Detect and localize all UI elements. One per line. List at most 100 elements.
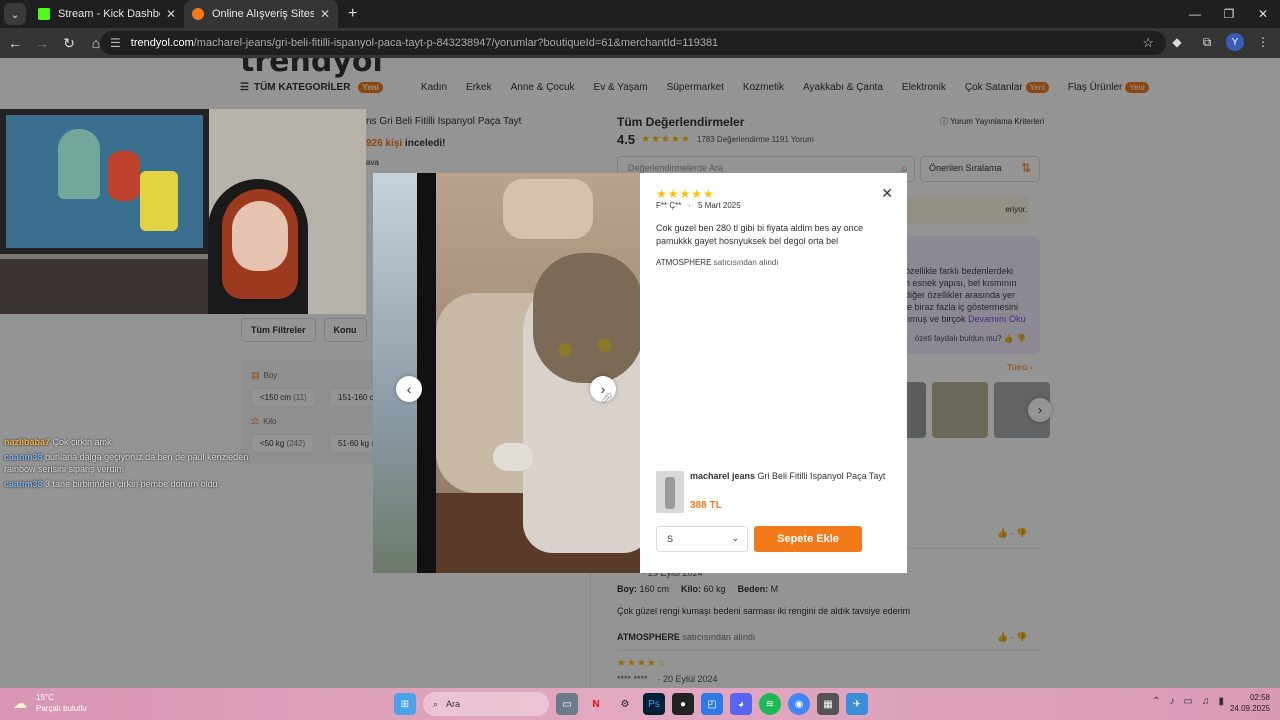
settings-icon[interactable]: ⚙ [614,693,636,715]
product-name[interactable]: macharel jeans Gri Beli Fitilli Ispanyol… [690,471,895,481]
separator: · [688,201,692,210]
window-controls: — ❐ ✕ [1178,0,1280,28]
taskbar-search[interactable]: ⌕ Ara [423,692,549,716]
close-tab-icon[interactable]: ✕ [320,7,330,21]
review-author: F** Ç** [656,201,682,210]
chrome-icon[interactable]: ◉ [788,693,810,715]
capture-icon[interactable]: ▦ [817,693,839,715]
tab-title: Online Alışveriş Sitesi, Türkiye'nin [212,8,314,20]
cat-eye [598,338,612,352]
cat-paw [493,443,533,471]
taskbar-search-label: Ara [446,699,461,709]
seller-name[interactable]: ATMOSPHERE [656,258,711,267]
seller-suffix: satıcısından alındı [711,258,779,267]
obs-icon[interactable]: ● [672,693,694,715]
size-value: S [667,534,674,544]
poster-figure [58,129,100,199]
menu-dots-icon[interactable]: ⋮ [1252,31,1274,53]
chat-message: nazlibaba7 Çok çirkin amk [4,436,264,448]
maximize-icon[interactable]: ❐ [1212,0,1246,28]
weather-temp: 15°C [36,693,54,702]
review-stars-icon: ★★★★★ [656,187,715,201]
profile-avatar[interactable]: Y [1226,33,1244,51]
product-price: 388 TL [690,500,722,511]
battery-icon[interactable]: ▮ [1218,696,1224,707]
kick-icon [38,8,50,20]
add-to-cart-button[interactable]: Sepete Ekle [754,526,862,552]
photo-dark-strip [417,173,436,573]
tab-search-button[interactable]: ⌄ [4,3,26,25]
chevron-down-icon: ⌄ [731,533,739,543]
forward-icon[interactable]: → [30,31,54,55]
discord-icon[interactable]: ◕ [730,693,752,715]
extension-diamond-icon[interactable]: ◆ [1166,31,1188,53]
size-select[interactable]: S ⌄ [656,526,748,552]
chevron-left-icon[interactable]: ‹ [396,376,422,402]
bookmark-star-icon[interactable]: ☆ [1142,35,1154,51]
webcam-poster [0,109,209,254]
new-tab-button[interactable]: + [338,0,367,28]
taskbar-apps: ⊞ ⌕ Ara ▭ N ⚙ Ps ● ◰ ◕ ≋ ◉ ▦ ✈ [394,692,868,716]
weather-desc: Parçalı bulutlu [36,704,87,713]
product-thumbnail[interactable] [656,471,684,513]
browser-toolbar: ← → ↻ ⌂ ☰ trendyol.com/macharel-jeans/gr… [0,28,1280,58]
search-icon: ⌕ [433,698,439,709]
product-brand: macharel jeans [690,471,756,481]
webcam-overlay [0,109,366,314]
display-icon[interactable]: ▭ [1184,696,1193,707]
url-path: /macharel-jeans/gri-beli-fitilli-ispanyo… [193,37,719,49]
tab-kick[interactable]: Stream - Kick Dashboard ✕ [30,0,184,28]
photo-pillow [503,179,593,239]
product-title: Gri Beli Fitilli Ispanyol Paça Tayt [755,471,886,481]
chat-message: caanm38 3 tane birbirinden çirkin pembe … [4,478,264,490]
minimize-icon[interactable]: — [1178,0,1212,28]
poster-figure [140,171,178,231]
product-thumb-shape [665,477,675,509]
photo-sky [373,173,417,573]
close-window-icon[interactable]: ✕ [1246,0,1280,28]
weather-widget[interactable]: ☁ 15°C Parçalı bulutlu [10,692,87,714]
review-seller: ATMOSPHERE satıcısından alındı [656,258,779,267]
spotify-icon[interactable]: ≋ [759,693,781,715]
review-photo [373,173,640,573]
review-modal: ✕ ★★★★★ F** Ç** · 5 Mart 2025 Cok guzel … [640,173,907,573]
cat-eye [558,343,572,357]
app-icon[interactable]: ✈ [846,693,868,715]
chat-text: Çok çirkin amk [52,437,112,447]
app-icon[interactable]: ◰ [701,693,723,715]
netflix-icon[interactable]: N [585,693,607,715]
address-bar[interactable]: ☰ trendyol.com/macharel-jeans/gri-beli-f… [100,31,1166,55]
system-tray: ⌃ ♪ ▭ ♫ ▮ [1152,696,1224,707]
volume-icon[interactable]: ♫ [1202,696,1210,707]
poster-figure [108,151,140,201]
weather-text: 15°C Parçalı bulutlu [36,692,87,714]
stream-chat: nazlibaba7 Çok çirkin amk caanm38 bunlar… [4,436,264,493]
task-view-icon[interactable]: ▭ [556,693,578,715]
reload-icon[interactable]: ↻ [57,31,81,55]
clock[interactable]: 02:58 24.09.2025 [1230,692,1270,714]
tab-strip: ⌄ Stream - Kick Dashboard ✕ Online Alışv… [0,0,1280,28]
weather-icon: ☁ [13,694,27,711]
tab-trendyol[interactable]: Online Alışveriş Sitesi, Türkiye'nin ✕ [184,0,338,28]
microphone-icon[interactable]: ♪ [1170,696,1175,707]
chat-message: caanm38 bunlarla dalga geçiyoruz da ben … [4,451,264,475]
start-icon[interactable]: ⊞ [394,693,416,715]
mouse-cursor-icon: ➚ [601,389,613,405]
review-text: Cok guzel ben 280 tl gibi bi fiyata aldi… [656,223,864,246]
review-date: 5 Mart 2025 [698,201,741,210]
close-icon[interactable]: ✕ [881,185,893,202]
close-tab-icon[interactable]: ✕ [166,7,176,21]
chat-text: 3 tane birbirinden çirkin pembe donum ol… [45,479,218,489]
url-host: trendyol.com [130,37,194,49]
cat-head [533,253,640,383]
chevron-up-icon[interactable]: ⌃ [1152,696,1160,707]
site-info-icon[interactable]: ☰ [110,36,121,50]
webcam-shelf [0,259,240,314]
tab-title: Stream - Kick Dashboard [58,8,160,20]
trendyol-icon [192,8,204,20]
toolbar-right: ◆ ⧉ Y ⋮ [1166,31,1274,53]
photoshop-icon[interactable]: Ps [643,693,665,715]
extensions-icon[interactable]: ⧉ [1196,31,1218,53]
clock-time: 02:58 [1249,693,1270,702]
back-icon[interactable]: ← [3,31,27,55]
